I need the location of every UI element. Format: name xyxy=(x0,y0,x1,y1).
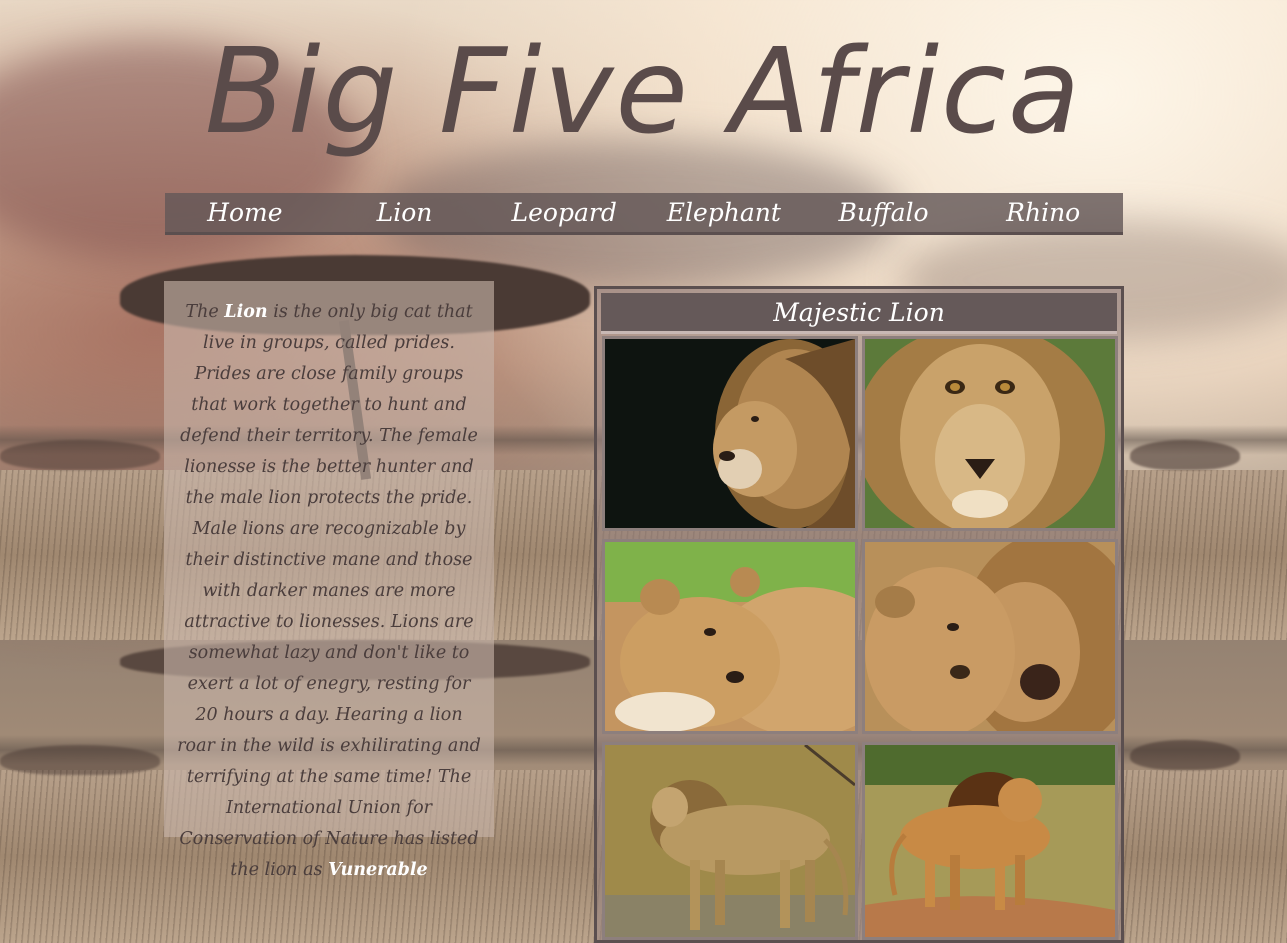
description-intro: The xyxy=(185,302,219,322)
acacia-tree-distant xyxy=(1130,740,1240,770)
nav-leopard[interactable]: Leopard xyxy=(484,193,644,232)
lion-walking-grass-image xyxy=(605,745,855,937)
lion-description: The Lion is the only big cat that live i… xyxy=(164,281,494,880)
nav-home[interactable]: Home xyxy=(165,193,325,232)
lion-profile-image xyxy=(605,339,855,528)
gallery-photo[interactable] xyxy=(602,539,858,734)
lion-cub-nuzzle-image xyxy=(865,542,1115,731)
gallery-photo[interactable] xyxy=(862,336,1118,531)
lion-cub-resting-image xyxy=(605,542,855,731)
gallery-photo[interactable] xyxy=(862,742,1118,940)
lion-face-image xyxy=(865,339,1115,528)
gallery-photo[interactable] xyxy=(602,742,858,940)
gallery-photo[interactable] xyxy=(862,539,1118,734)
nav-buffalo[interactable]: Buffalo xyxy=(804,193,964,232)
acacia-tree-distant xyxy=(0,440,160,470)
description-body: is the only big cat that live in groups,… xyxy=(177,302,481,880)
description-subject: Lion xyxy=(224,302,268,322)
photo-gallery: Majestic Lion xyxy=(594,286,1124,943)
gallery-photo[interactable] xyxy=(602,336,858,531)
acacia-tree-distant xyxy=(1130,440,1240,470)
nav-rhino[interactable]: Rhino xyxy=(963,193,1123,232)
lion-savanna-track-image xyxy=(865,745,1115,937)
site-title: Big Five Africa xyxy=(204,22,1083,160)
acacia-tree-distant xyxy=(0,745,160,775)
main-nav: Home Lion Leopard Elephant Buffalo Rhino xyxy=(165,193,1123,235)
nav-elephant[interactable]: Elephant xyxy=(644,193,804,232)
conservation-status: Vunerable xyxy=(328,860,428,880)
nav-lion[interactable]: Lion xyxy=(325,193,485,232)
gallery-title: Majestic Lion xyxy=(601,293,1117,334)
